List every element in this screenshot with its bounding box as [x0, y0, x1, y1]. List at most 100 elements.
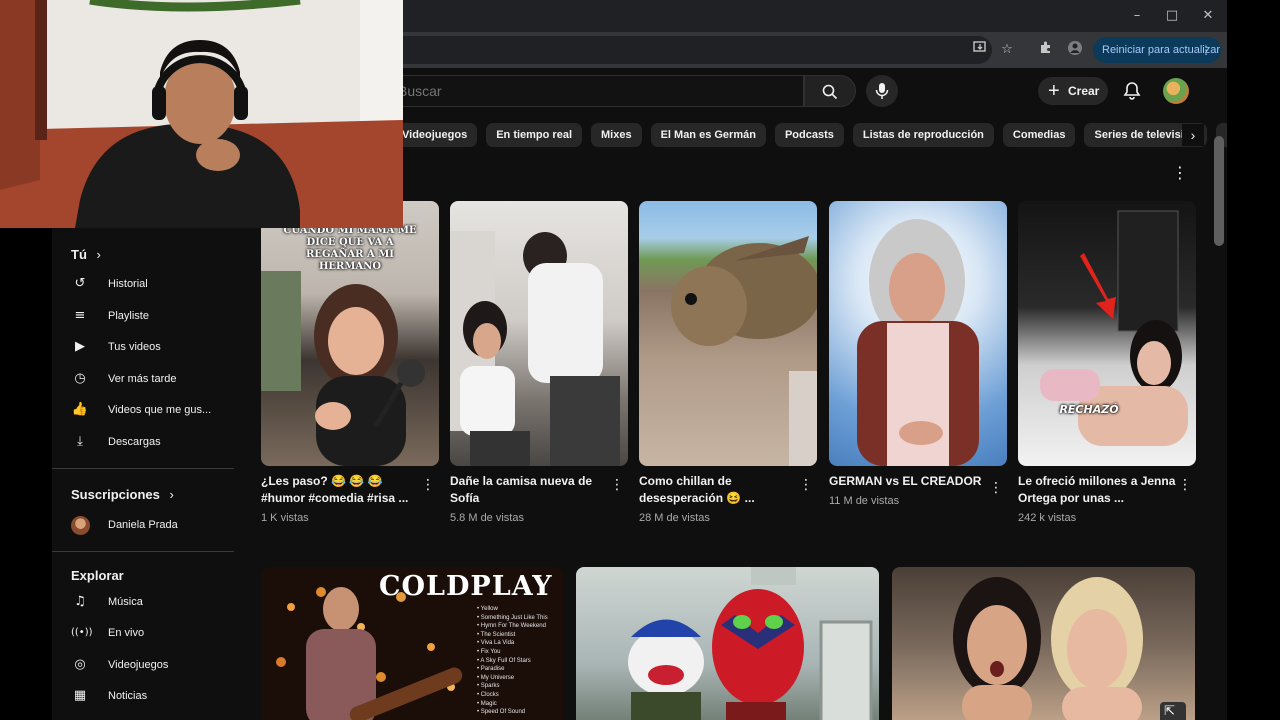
chevron-right-icon[interactable]: › [1182, 124, 1204, 146]
sidebar-item-tus-videos[interactable]: ▶ Tus videos [71, 332, 241, 362]
maximize-icon[interactable]: □ [1155, 6, 1189, 26]
sidebar-item-label: Playliste [108, 310, 149, 322]
tracklist-item: • Speed Of Sound [477, 709, 526, 716]
sidebar-item-historial[interactable]: ↺ Historial [71, 269, 241, 299]
video-title[interactable]: Le ofreció millones a Jenna Ortega por u… [1018, 473, 1176, 507]
video-title[interactable]: Como chillan de desesperación 😆 ... [639, 473, 797, 507]
short-thumbnail[interactable]: CUANDO MI MAMÁ ME DICE QUE VA A REGAÑAR … [261, 201, 439, 466]
account-avatar[interactable] [1163, 78, 1189, 104]
bookmark-star-icon[interactable]: ☆ [997, 40, 1017, 60]
sidebar-divider [52, 468, 234, 469]
liked-videos-icon: 👍 [71, 402, 89, 417]
more-options-icon[interactable]: ⋮ [1170, 163, 1190, 183]
sidebar-item-label: Videojuegos [108, 659, 169, 671]
view-count: 242 k vistas [1018, 512, 1077, 524]
sidebar-item-label: Historial [108, 278, 148, 290]
sidebar-item-ver-mas-tarde[interactable]: ◷ Ver más tarde [71, 364, 241, 394]
news-icon: ▦ [73, 688, 87, 703]
minimize-icon[interactable]: – [1120, 6, 1154, 26]
chip-comedias[interactable]: Comedias [1002, 123, 1076, 147]
chip-mixes[interactable]: Mixes [591, 123, 642, 147]
short-thumbnail[interactable] [829, 201, 1007, 466]
short-thumbnail[interactable]: RECHAZÓ [1018, 201, 1196, 466]
chip-en-tiempo-real[interactable]: En tiempo real [486, 123, 582, 147]
expand-icon[interactable]: ⇱ [1164, 704, 1175, 719]
screen: – □ ✕ ☆ Reiniciar para actualizar ⋮ Busc… [0, 0, 1280, 720]
microphone-icon [875, 83, 889, 99]
close-icon[interactable]: ✕ [1191, 6, 1225, 26]
video-title[interactable]: Dañe la camisa nueva de Sofía [450, 473, 608, 507]
tracklist-item: • Hymn For The Weekend [477, 623, 546, 630]
subscription-label: Daniela Prada [108, 519, 178, 531]
chip-listas[interactable]: Listas de reproducción [852, 123, 994, 147]
chevron-right-icon: › [96, 247, 101, 262]
extension-icon[interactable] [1036, 40, 1056, 60]
video-thumbnail[interactable] [576, 567, 879, 720]
subscription-item[interactable]: Daniela Prada [71, 510, 241, 540]
video-thumbnail[interactable]: COLDPLAY • Yellow • Something Just Like T… [261, 567, 563, 720]
more-actions-icon[interactable]: ⋮ [799, 477, 813, 495]
more-actions-icon[interactable]: ⋮ [1178, 477, 1192, 495]
tracklist-item: • Fix You [477, 648, 501, 655]
notifications-bell-icon[interactable] [1120, 79, 1144, 103]
view-count: 1 K vistas [261, 512, 309, 524]
plus-icon: + [1048, 80, 1060, 102]
live-icon: ((•)) [71, 627, 93, 638]
sidebar-item-musica[interactable]: ♫ Música [71, 587, 241, 617]
sidebar-item-descargas[interactable]: ⤓ Descargas [71, 427, 241, 457]
sidebar-item-noticias[interactable]: ▦ Noticias [71, 681, 241, 711]
subscriptions-section-link[interactable]: Suscripciones › [71, 487, 174, 502]
sidebar-item-label: Descargas [108, 436, 161, 448]
you-section-link[interactable]: Tú › [71, 247, 101, 262]
gaming-icon: ◎ [74, 657, 86, 672]
sidebar-item-label: Noticias [108, 690, 148, 702]
chip-podcasts[interactable]: Podcasts [774, 123, 844, 147]
tracklist-item: • Something Just Like This [477, 614, 548, 621]
sidebar-item-videos-que-me-gustan[interactable]: 👍 Videos que me gus... [71, 395, 241, 425]
chevron-right-icon: › [169, 487, 174, 502]
playlists-icon: ≡ [74, 308, 86, 323]
short-thumbnail[interactable] [639, 201, 817, 466]
view-count: 28 M de vistas [639, 512, 710, 524]
channel-avatar [71, 516, 90, 535]
voice-search-button[interactable] [866, 75, 898, 107]
short-thumbnail[interactable] [450, 201, 628, 466]
music-icon: ♫ [74, 594, 86, 609]
sidebar-divider [52, 551, 234, 552]
chip-el-man-es-german[interactable]: El Man es Germán [650, 123, 766, 147]
your-videos-icon: ▶ [75, 339, 85, 354]
tracklist-item: • Clocks [477, 691, 499, 698]
sidebar-item-playlists[interactable]: ≡ Playliste [71, 301, 241, 331]
install-app-icon[interactable] [970, 40, 990, 60]
thumbnail-caption: RECHAZÓ [1059, 403, 1119, 416]
tracklist-item: • Sparks [477, 683, 500, 690]
sidebar-item-label: Ver más tarde [108, 373, 177, 385]
browser-menu-icon[interactable]: ⋮ [1200, 37, 1212, 63]
search-button[interactable] [804, 75, 856, 107]
video-thumbnail[interactable]: ⇱ [892, 567, 1195, 720]
sidebar-item-videojuegos[interactable]: ◎ Videojuegos [71, 650, 241, 680]
video-title[interactable]: ¿Les paso? 😂 😂 😂 #humor #comedia #risa .… [261, 473, 419, 507]
filter-chips-bar: Videojuegos En tiempo real Mixes El Man es … [392, 123, 1227, 149]
tracklist-item: • Paradise [477, 666, 505, 673]
profile-icon[interactable] [1065, 40, 1085, 60]
more-actions-icon[interactable]: ⋮ [421, 477, 435, 495]
explore-heading: Explorar [71, 568, 124, 583]
create-button[interactable]: + Crear [1038, 77, 1108, 105]
subscriptions-heading: Suscripciones [71, 487, 160, 502]
sidebar-item-en-vivo[interactable]: ((•)) En vivo [71, 618, 241, 648]
more-actions-icon[interactable]: ⋮ [610, 477, 624, 495]
downloads-icon: ⤓ [77, 434, 83, 449]
tracklist-item: • Viva La Vida [477, 640, 515, 647]
page-scrollbar[interactable] [1214, 136, 1224, 246]
you-heading: Tú [71, 247, 87, 262]
chip-videojuegos[interactable]: Videojuegos [392, 123, 478, 147]
video-title[interactable]: GERMAN vs EL CREADOR [829, 473, 987, 490]
webcam-overlay [0, 0, 403, 228]
restart-to-update-button[interactable]: Reiniciar para actualizar ⋮ [1093, 37, 1221, 63]
search-icon [822, 84, 838, 100]
thumbnail-caption: CUANDO MI MAMÁ ME DICE QUE VA A REGAÑAR … [283, 225, 417, 272]
guide-sidebar: Tú › ↺ Historial ≡ Playliste ▶ Tus video… [52, 228, 242, 720]
tracklist-item: • The Scientist [477, 631, 516, 638]
view-count: 5.8 M de vistas [450, 512, 524, 524]
